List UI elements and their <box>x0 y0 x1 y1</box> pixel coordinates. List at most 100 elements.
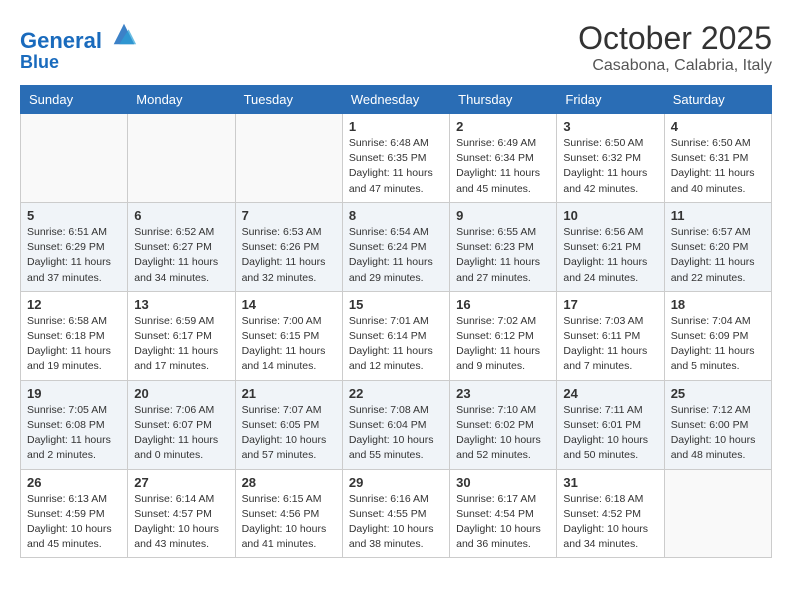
day-info: Sunrise: 6:51 AM Sunset: 6:29 PM Dayligh… <box>27 225 121 286</box>
calendar-cell: 24 Sunrise: 7:11 AM Sunset: 6:01 PM Dayli… <box>557 380 664 469</box>
day-number: 7 <box>242 208 336 223</box>
calendar-cell: 1 Sunrise: 6:48 AM Sunset: 6:35 PM Daylig… <box>342 114 449 203</box>
day-info: Sunrise: 6:49 AM Sunset: 6:34 PM Dayligh… <box>456 136 550 197</box>
day-info: Sunrise: 6:15 AM Sunset: 4:56 PM Dayligh… <box>242 492 336 553</box>
day-number: 17 <box>563 297 657 312</box>
weekday-header-thursday: Thursday <box>450 86 557 114</box>
day-info: Sunrise: 7:02 AM Sunset: 6:12 PM Dayligh… <box>456 314 550 375</box>
weekday-header-row: SundayMondayTuesdayWednesdayThursdayFrid… <box>21 86 772 114</box>
calendar-cell: 18 Sunrise: 7:04 AM Sunset: 6:09 PM Dayli… <box>664 291 771 380</box>
logo-general: General <box>20 28 102 53</box>
day-info: Sunrise: 6:50 AM Sunset: 6:32 PM Dayligh… <box>563 136 657 197</box>
day-info: Sunrise: 6:52 AM Sunset: 6:27 PM Dayligh… <box>134 225 228 286</box>
calendar-week-row: 1 Sunrise: 6:48 AM Sunset: 6:35 PM Daylig… <box>21 114 772 203</box>
calendar-cell: 3 Sunrise: 6:50 AM Sunset: 6:32 PM Daylig… <box>557 114 664 203</box>
day-info: Sunrise: 7:04 AM Sunset: 6:09 PM Dayligh… <box>671 314 765 375</box>
day-info: Sunrise: 7:11 AM Sunset: 6:01 PM Dayligh… <box>563 403 657 464</box>
calendar-cell: 20 Sunrise: 7:06 AM Sunset: 6:07 PM Dayli… <box>128 380 235 469</box>
day-info: Sunrise: 7:12 AM Sunset: 6:00 PM Dayligh… <box>671 403 765 464</box>
weekday-header-saturday: Saturday <box>664 86 771 114</box>
calendar-cell: 2 Sunrise: 6:49 AM Sunset: 6:34 PM Daylig… <box>450 114 557 203</box>
calendar-cell: 14 Sunrise: 7:00 AM Sunset: 6:15 PM Dayli… <box>235 291 342 380</box>
day-number: 11 <box>671 208 765 223</box>
calendar-cell <box>664 469 771 558</box>
logo-blue: Blue <box>20 53 138 73</box>
day-number: 1 <box>349 119 443 134</box>
day-number: 28 <box>242 475 336 490</box>
day-info: Sunrise: 7:10 AM Sunset: 6:02 PM Dayligh… <box>456 403 550 464</box>
calendar-cell <box>21 114 128 203</box>
calendar-cell: 5Sunrise: 6:51 AM Sunset: 6:29 PM Daylig… <box>21 202 128 291</box>
day-number: 13 <box>134 297 228 312</box>
calendar-cell: 12Sunrise: 6:58 AM Sunset: 6:18 PM Dayli… <box>21 291 128 380</box>
calendar-cell: 21 Sunrise: 7:07 AM Sunset: 6:05 PM Dayli… <box>235 380 342 469</box>
calendar-week-row: 19Sunrise: 7:05 AM Sunset: 6:08 PM Dayli… <box>21 380 772 469</box>
day-number: 31 <box>563 475 657 490</box>
day-number: 14 <box>242 297 336 312</box>
day-number: 22 <box>349 386 443 401</box>
day-info: Sunrise: 6:59 AM Sunset: 6:17 PM Dayligh… <box>134 314 228 375</box>
calendar-cell <box>235 114 342 203</box>
day-number: 12 <box>27 297 121 312</box>
day-number: 3 <box>563 119 657 134</box>
logo-icon <box>110 20 138 48</box>
day-number: 4 <box>671 119 765 134</box>
calendar-week-row: 5Sunrise: 6:51 AM Sunset: 6:29 PM Daylig… <box>21 202 772 291</box>
month-title: October 2025 <box>578 20 772 57</box>
weekday-header-tuesday: Tuesday <box>235 86 342 114</box>
day-number: 20 <box>134 386 228 401</box>
weekday-header-friday: Friday <box>557 86 664 114</box>
day-info: Sunrise: 7:08 AM Sunset: 6:04 PM Dayligh… <box>349 403 443 464</box>
calendar-cell: 31 Sunrise: 6:18 AM Sunset: 4:52 PM Dayli… <box>557 469 664 558</box>
calendar-cell: 7 Sunrise: 6:53 AM Sunset: 6:26 PM Daylig… <box>235 202 342 291</box>
calendar-cell: 23 Sunrise: 7:10 AM Sunset: 6:02 PM Dayli… <box>450 380 557 469</box>
day-number: 2 <box>456 119 550 134</box>
day-number: 24 <box>563 386 657 401</box>
day-number: 6 <box>134 208 228 223</box>
day-info: Sunrise: 7:00 AM Sunset: 6:15 PM Dayligh… <box>242 314 336 375</box>
calendar-cell: 6 Sunrise: 6:52 AM Sunset: 6:27 PM Daylig… <box>128 202 235 291</box>
calendar-cell: 4 Sunrise: 6:50 AM Sunset: 6:31 PM Daylig… <box>664 114 771 203</box>
logo: General Blue <box>20 20 138 73</box>
day-number: 16 <box>456 297 550 312</box>
day-number: 19 <box>27 386 121 401</box>
day-number: 29 <box>349 475 443 490</box>
day-number: 18 <box>671 297 765 312</box>
calendar-cell: 16 Sunrise: 7:02 AM Sunset: 6:12 PM Dayli… <box>450 291 557 380</box>
day-number: 8 <box>349 208 443 223</box>
day-info: Sunrise: 6:13 AM Sunset: 4:59 PM Dayligh… <box>27 492 121 553</box>
day-info: Sunrise: 6:18 AM Sunset: 4:52 PM Dayligh… <box>563 492 657 553</box>
day-info: Sunrise: 6:17 AM Sunset: 4:54 PM Dayligh… <box>456 492 550 553</box>
calendar-cell: 22 Sunrise: 7:08 AM Sunset: 6:04 PM Dayli… <box>342 380 449 469</box>
calendar-cell: 17 Sunrise: 7:03 AM Sunset: 6:11 PM Dayli… <box>557 291 664 380</box>
calendar-cell: 28 Sunrise: 6:15 AM Sunset: 4:56 PM Dayli… <box>235 469 342 558</box>
day-info: Sunrise: 6:57 AM Sunset: 6:20 PM Dayligh… <box>671 225 765 286</box>
day-number: 9 <box>456 208 550 223</box>
logo-text: General <box>20 20 138 53</box>
weekday-header-wednesday: Wednesday <box>342 86 449 114</box>
calendar-cell <box>128 114 235 203</box>
day-number: 27 <box>134 475 228 490</box>
day-info: Sunrise: 7:03 AM Sunset: 6:11 PM Dayligh… <box>563 314 657 375</box>
day-number: 15 <box>349 297 443 312</box>
day-info: Sunrise: 6:54 AM Sunset: 6:24 PM Dayligh… <box>349 225 443 286</box>
day-info: Sunrise: 7:06 AM Sunset: 6:07 PM Dayligh… <box>134 403 228 464</box>
day-info: Sunrise: 6:48 AM Sunset: 6:35 PM Dayligh… <box>349 136 443 197</box>
title-block: October 2025 Casabona, Calabria, Italy <box>578 20 772 75</box>
weekday-header-monday: Monday <box>128 86 235 114</box>
day-number: 10 <box>563 208 657 223</box>
day-number: 30 <box>456 475 550 490</box>
calendar-cell: 25Sunrise: 7:12 AM Sunset: 6:00 PM Dayli… <box>664 380 771 469</box>
day-info: Sunrise: 7:07 AM Sunset: 6:05 PM Dayligh… <box>242 403 336 464</box>
day-info: Sunrise: 6:50 AM Sunset: 6:31 PM Dayligh… <box>671 136 765 197</box>
day-info: Sunrise: 6:53 AM Sunset: 6:26 PM Dayligh… <box>242 225 336 286</box>
day-info: Sunrise: 6:14 AM Sunset: 4:57 PM Dayligh… <box>134 492 228 553</box>
calendar-cell: 29Sunrise: 6:16 AM Sunset: 4:55 PM Dayli… <box>342 469 449 558</box>
calendar-cell: 27 Sunrise: 6:14 AM Sunset: 4:57 PM Dayli… <box>128 469 235 558</box>
location: Casabona, Calabria, Italy <box>578 57 772 75</box>
day-number: 26 <box>27 475 121 490</box>
day-number: 23 <box>456 386 550 401</box>
calendar-cell: 30 Sunrise: 6:17 AM Sunset: 4:54 PM Dayli… <box>450 469 557 558</box>
calendar-cell: 8 Sunrise: 6:54 AM Sunset: 6:24 PM Daylig… <box>342 202 449 291</box>
day-number: 21 <box>242 386 336 401</box>
